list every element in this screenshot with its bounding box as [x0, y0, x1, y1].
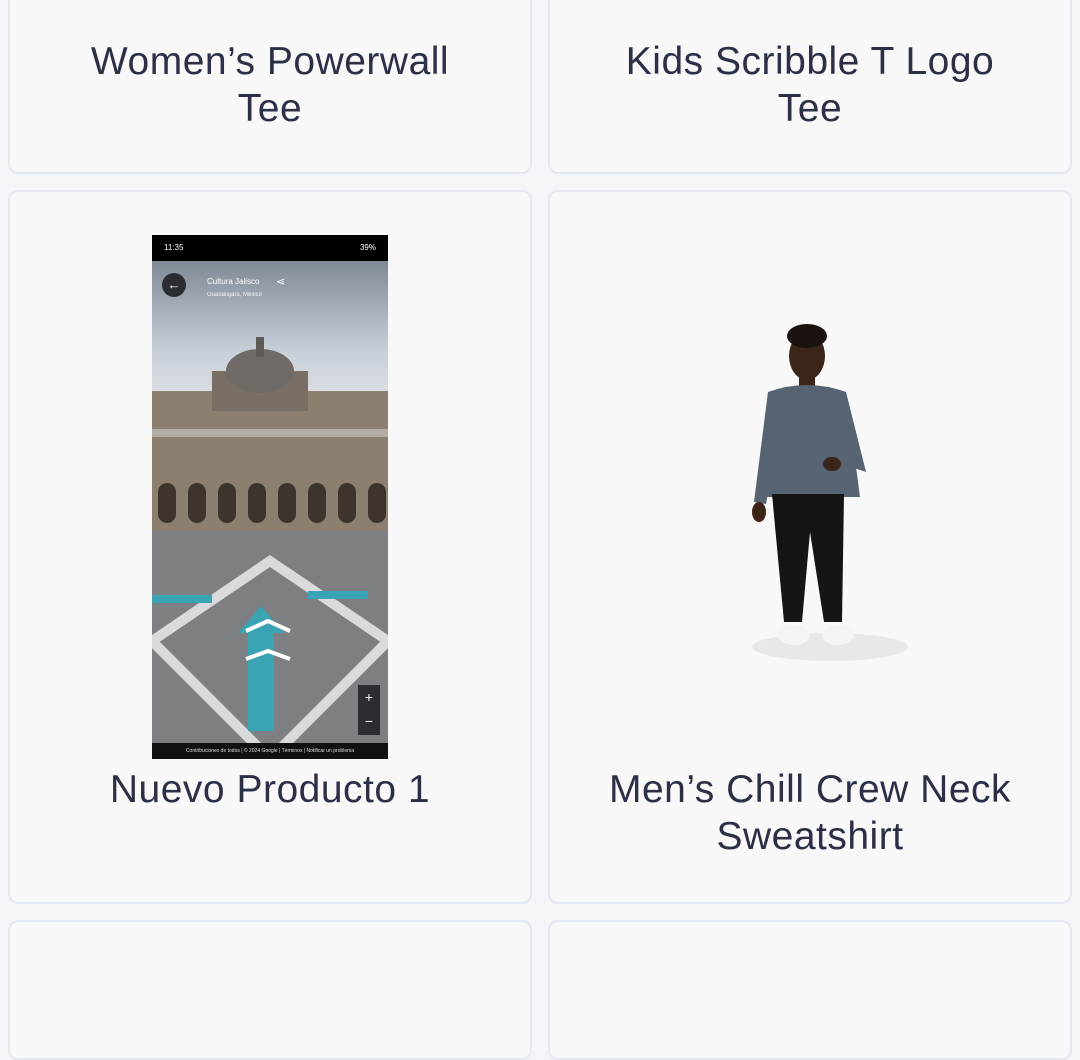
product-card[interactable]	[548, 920, 1072, 1060]
product-card[interactable]: Men’s Chill Crew Neck Sweatshirt	[548, 190, 1072, 904]
product-card[interactable]: 11:35 39% ← Cultura Jalisco Guadalajara,…	[8, 190, 532, 904]
product-card[interactable]: Kids Scribble T Logo Tee	[548, 0, 1072, 174]
minus-icon[interactable]: −	[358, 709, 380, 733]
product-title: Women’s Powerwall Tee	[90, 40, 450, 130]
status-battery: 39%	[359, 243, 376, 252]
product-title: Nuevo Producto 1	[109, 768, 431, 811]
share-icon[interactable]: ⋖	[276, 275, 285, 288]
product-image	[752, 324, 908, 661]
place-info: Cultura Jalisco Guadalajara, México	[207, 277, 262, 298]
product-title: Kids Scribble T Logo Tee	[625, 40, 995, 130]
street-view-scene: ← Cultura Jalisco Guadalajara, México ⋖ …	[152, 261, 388, 759]
map-footer: Contribuciones de todos | © 2024 Google …	[152, 743, 388, 759]
place-title: Cultura Jalisco	[207, 277, 260, 286]
product-card[interactable]: Women’s Powerwall Tee	[8, 0, 532, 174]
status-time: 11:35	[164, 243, 184, 252]
zoom-controls: + −	[358, 685, 380, 735]
plus-icon[interactable]: +	[358, 685, 380, 709]
arrow-left-icon: ←	[167, 277, 181, 292]
product-image: 11:35 39% ← Cultura Jalisco Guadalajara,…	[152, 235, 388, 759]
product-card[interactable]	[8, 920, 532, 1060]
place-subtitle: Guadalajara, México	[207, 292, 263, 298]
product-title: Men’s Chill Crew Neck Sweatshirt	[608, 768, 1012, 858]
status-bar: 11:35 39%	[152, 235, 388, 261]
back-button[interactable]: ←	[162, 273, 186, 297]
